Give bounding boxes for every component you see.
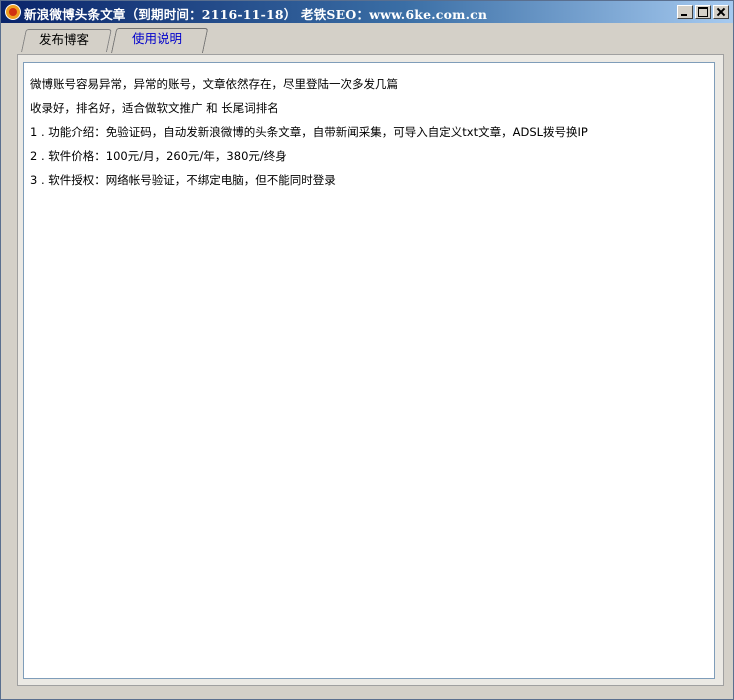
main-window: 新浪微博头条文章（到期时间：2116-11-18） 老铁SEO：www.6ke.…	[0, 0, 734, 700]
title-bar[interactable]: 新浪微博头条文章（到期时间：2116-11-18） 老铁SEO：www.6ke.…	[1, 1, 733, 23]
close-button[interactable]	[713, 5, 729, 19]
tab-instructions[interactable]: 使用说明	[111, 28, 209, 53]
maximize-button[interactable]	[695, 5, 711, 19]
instruction-line: 微博账号容易异常，异常的账号，文章依然存在，尽里登陆一次多发几篇	[30, 77, 398, 91]
instructions-textbox[interactable]: 微博账号容易异常，异常的账号，文章依然存在，尽里登陆一次多发几篇 收录好，排名好…	[23, 62, 715, 679]
app-orange-icon[interactable]	[5, 4, 21, 20]
instruction-line: 收录好，排名好，适合做软文推广 和 长尾词排名	[30, 101, 279, 115]
tab-publish-blog-label: 发布博客	[38, 32, 89, 47]
tab-instructions-label: 使用说明	[131, 31, 182, 46]
instruction-line: 2 . 软件价格：100元/月，260元/年，380元/终身	[30, 149, 287, 163]
window-title: 新浪微博头条文章（到期时间：2116-11-18） 老铁SEO：www.6ke.…	[24, 7, 488, 22]
instruction-line: 3 . 软件授权：网络帐号验证，不绑定电脑，但不能同时登录	[30, 173, 336, 187]
window-controls	[675, 5, 729, 19]
instruction-line: 1 . 功能介绍：免验证码，自动发新浪微博的头条文章，自带新闻采集，可导入自定义…	[30, 125, 588, 139]
minimize-button[interactable]	[677, 5, 693, 19]
tab-publish-blog[interactable]: 发布博客	[21, 29, 112, 52]
